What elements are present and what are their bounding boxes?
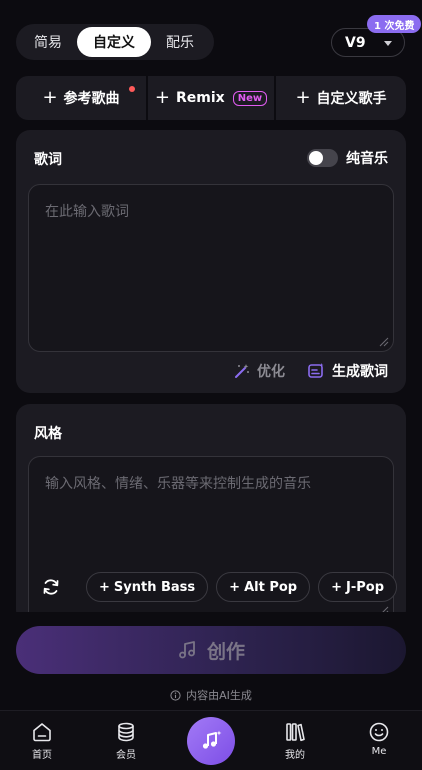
toggle-knob (309, 151, 323, 165)
plus-icon: + (99, 579, 110, 595)
ai-lyrics-icon (308, 363, 324, 378)
refresh-styles-button[interactable] (32, 572, 70, 602)
scroll-edge (0, 612, 422, 626)
style-chips: + Synth Bass + Alt Pop + J-Pop (32, 572, 397, 602)
ai-note: 内容由AI生成 (0, 687, 422, 703)
reference-song-label: 参考歌曲 (63, 91, 120, 107)
tab-soundtrack[interactable]: 配乐 (151, 27, 209, 57)
generate-lyrics-button[interactable]: 生成歌词 (307, 361, 388, 381)
lyrics-tools: 优化 生成歌词 (234, 361, 388, 381)
nav-mine[interactable]: 我的 (265, 721, 325, 761)
library-icon (286, 723, 305, 742)
style-title: 风格 (34, 426, 62, 442)
new-tag: New (232, 90, 268, 106)
nav-member[interactable]: 会员 (96, 721, 156, 761)
nav-create-button[interactable] (187, 717, 235, 765)
instrumental-toggle[interactable] (307, 149, 338, 167)
ai-note-text: 内容由AI生成 (186, 689, 252, 702)
generate-lyrics-label: 生成歌词 (332, 364, 388, 380)
version-label: V9 (345, 34, 366, 51)
remix-label: Remix (176, 90, 225, 106)
bottom-nav: 首页 会员 我的 Me (0, 710, 422, 770)
nav-member-label: 会员 (116, 750, 136, 761)
action-row: + 参考歌曲 + Remix New + 自定义歌手 (16, 76, 406, 120)
nav-me-label: Me (371, 746, 387, 757)
music-note-icon (179, 641, 195, 659)
chevron-down-icon (384, 41, 392, 46)
style-chip[interactable]: + Alt Pop (216, 572, 311, 602)
lyrics-title: 歌词 (34, 152, 62, 168)
plus-icon: + (229, 579, 241, 595)
tab-simple[interactable]: 简易 (19, 27, 77, 57)
refresh-icon (43, 579, 59, 595)
chip-label: Synth Bass (113, 579, 196, 595)
optimize-button[interactable]: 优化 (234, 361, 285, 381)
instrumental-label: 纯音乐 (346, 151, 388, 167)
style-chip[interactable]: + Synth Bass (86, 572, 209, 602)
chip-label: Alt Pop (244, 579, 298, 595)
tab-custom[interactable]: 自定义 (77, 27, 151, 57)
nav-me[interactable]: Me (349, 721, 409, 757)
instrumental-toggle-wrap: 纯音乐 (307, 148, 388, 168)
free-badge: 1 次免费 (367, 15, 422, 33)
style-chip[interactable]: + J-Pop (318, 572, 397, 602)
chip-label: J-Pop (346, 579, 384, 595)
info-icon (170, 689, 181, 701)
mode-tabs: 简易 自定义 配乐 (16, 24, 214, 60)
custom-singer-button[interactable]: + 自定义歌手 (276, 76, 406, 120)
create-label: 创作 (206, 640, 245, 663)
nav-home[interactable]: 首页 (12, 721, 72, 761)
lyrics-placeholder: 在此输入歌词 (45, 204, 129, 220)
resize-grip-icon[interactable] (379, 337, 389, 347)
magic-wand-icon (235, 364, 249, 378)
reference-song-button[interactable]: + 参考歌曲 (16, 76, 146, 120)
custom-singer-label: 自定义歌手 (316, 91, 387, 107)
plus-icon: + (42, 87, 58, 108)
coins-icon (118, 722, 134, 742)
music-sparkle-icon (202, 730, 222, 749)
create-button[interactable]: 创作 (16, 626, 406, 674)
lyrics-card: 歌词 纯音乐 在此输入歌词 优化 生成歌词 (16, 130, 406, 393)
nav-home-label: 首页 (32, 750, 52, 761)
plus-icon: + (295, 87, 311, 108)
plus-icon: + (154, 87, 170, 108)
optimize-label: 优化 (257, 364, 285, 380)
smiley-face-icon (369, 722, 389, 742)
home-icon (33, 723, 51, 742)
plus-icon: + (331, 579, 342, 595)
notification-dot (129, 86, 135, 92)
nav-mine-label: 我的 (285, 750, 305, 761)
remix-button[interactable]: + Remix New (146, 76, 276, 120)
lyrics-input[interactable]: 在此输入歌词 (28, 184, 394, 352)
style-placeholder: 输入风格、情绪、乐器等来控制生成的音乐 (45, 476, 311, 492)
